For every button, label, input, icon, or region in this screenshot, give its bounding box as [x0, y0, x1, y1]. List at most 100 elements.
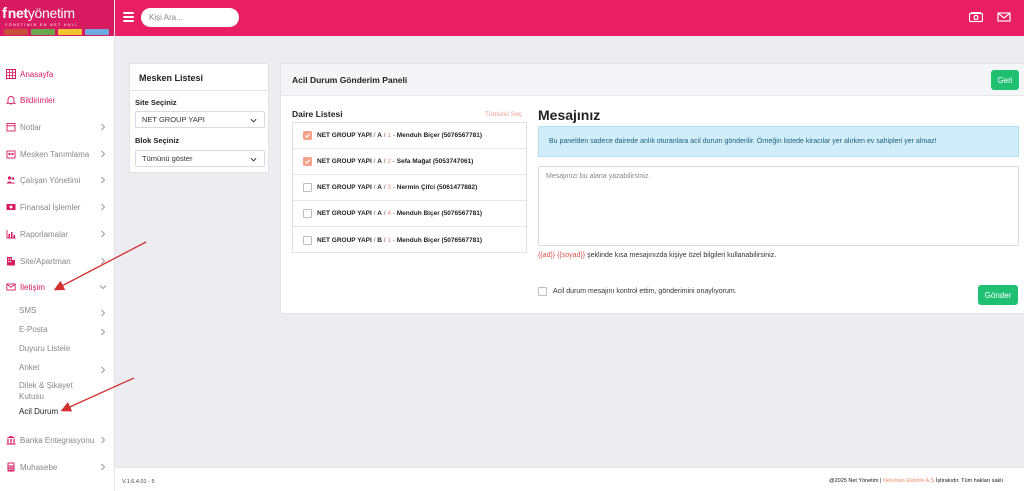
sidebar-item-calisan-yonetimi[interactable]: Çalışan Yönetimi [0, 169, 115, 191]
mail-icon[interactable] [997, 11, 1011, 23]
daire-list-title: Daire Listesi [292, 109, 343, 119]
sidebar-item-label: Mesken Tanımlama [20, 149, 90, 159]
chevron-down-icon [250, 118, 257, 123]
copyright-text: @2025 Net Yönetim | Netelsan Elektrik A.… [829, 478, 1004, 484]
users-icon [5, 175, 16, 186]
sidebar-item-anasayfa[interactable]: Anasayfa [0, 63, 115, 85]
brand-logo[interactable]: f net yönetim YÖNETİMİN EN NET HALİ [0, 0, 114, 36]
chart-icon [5, 229, 16, 240]
daire-checkbox[interactable] [303, 131, 312, 140]
chevron-right-icon [101, 463, 106, 471]
calculator-icon [5, 462, 16, 473]
sidebar-subitem-label: Anket [19, 362, 40, 372]
menu-toggle-icon[interactable] [123, 12, 134, 22]
sidebar-subitem-label: Duyuru Listele [19, 343, 71, 353]
sidebar-item-label: Anasayfa [20, 69, 54, 79]
daire-row[interactable]: NET GROUP YAPI / A / 2 - Sefa Mağat (505… [293, 149, 526, 175]
chevron-right-icon [101, 366, 106, 374]
daire-label: NET GROUP YAPI / A / 4 - Menduh Biçer (5… [317, 210, 483, 217]
sidebar-item-label: İletişim [20, 282, 45, 292]
confirm-checkbox-row[interactable]: Acil durum mesajını kontrol ettim, gönde… [538, 287, 737, 296]
sidebar-item-label: Bildirimler [20, 95, 56, 105]
money-icon[interactable] [969, 11, 983, 23]
confirm-label: Acil durum mesajını kontrol ettim, gönde… [553, 288, 737, 295]
sidebar-subitem-e-posta[interactable]: E-Posta [0, 322, 115, 336]
emergency-panel: Acil Durum Gönderim Paneli Geri Daire Li… [280, 63, 1024, 314]
daire-row[interactable]: NET GROUP YAPI / A / 3 - Nermin Çifci (5… [293, 175, 526, 201]
sidebar-item-banka-entegrasyonu[interactable]: Banka Entegrasyonu [0, 429, 115, 451]
sidebar-item-raporlamalar[interactable]: Raporlamalar [0, 223, 115, 245]
hint-var-ad: {{ad}} [538, 252, 556, 259]
sidebar-item-bildirimler[interactable]: Bildirimler [0, 89, 115, 111]
logo-tile [31, 29, 55, 35]
chevron-right-icon [101, 309, 106, 317]
confirm-checkbox[interactable] [538, 287, 547, 296]
sidebar-item-site-apartman[interactable]: Site/Apartman [0, 250, 115, 272]
logo-tile [4, 29, 28, 35]
sidebar-subitem-acil-durum[interactable]: Acil Durum [0, 404, 115, 418]
grid-icon [5, 69, 16, 80]
back-button[interactable]: Geri [991, 70, 1019, 90]
message-title: Mesajınız [538, 107, 601, 123]
logo-tiles [4, 29, 114, 35]
chevron-right-icon [101, 328, 106, 336]
chevron-right-icon [101, 123, 106, 131]
select-all-link[interactable]: Tümünü Seç [485, 111, 522, 118]
version-text: V.1.6.4.01 - 5 [122, 479, 155, 485]
sidebar-subitem-label: Dilek & Şikayet Kutusu [19, 381, 73, 401]
chevron-right-icon [101, 257, 106, 265]
send-button[interactable]: Gönder [978, 285, 1018, 305]
daire-label: NET GROUP YAPI / A / 1 - Menduh Biçer (5… [317, 132, 483, 139]
site-select[interactable]: NET GROUP YAPI [135, 111, 265, 128]
footer: V.1.6.4.01 - 5 @2025 Net Yönetim | Netel… [115, 467, 1024, 491]
daire-row[interactable]: NET GROUP YAPI / A / 4 - Menduh Biçer (5… [293, 201, 526, 227]
sidebar-item-label: Finansal İşlemler [20, 202, 81, 212]
envelope-icon [5, 282, 16, 293]
daire-checkbox[interactable] [303, 183, 312, 192]
check-icon [304, 133, 311, 138]
daire-row[interactable]: NET GROUP YAPI / B / 1 - Menduh Biçer (5… [293, 227, 526, 253]
placeholder-hint: {{ad}} {{soyad}} şeklinde kısa mesajınız… [538, 252, 776, 259]
hint-var-soyad: {{soyad}} [557, 252, 586, 259]
site-select-label: Site Seçiniz [135, 98, 177, 107]
sidebar-item-label: Muhasebe [20, 462, 58, 472]
chevron-right-icon [101, 176, 106, 184]
info-alert: Bu panelden sadece dairede anlık oturanl… [538, 126, 1019, 157]
sidebar-item-label: Banka Entegrasyonu [20, 435, 95, 445]
search-input[interactable] [141, 8, 239, 27]
sidebar-item-finansal-islemler[interactable]: Finansal İşlemler [0, 196, 115, 218]
sidebar-subitem-anket[interactable]: Anket [0, 360, 115, 374]
sidebar-subitem-dilek-sikayet-kutusu[interactable]: Dilek & Şikayet Kutusu [0, 379, 115, 403]
daire-list: NET GROUP YAPI / A / 1 - Menduh Biçer (5… [292, 122, 527, 253]
sidebar-item-label: Raporlamalar [20, 229, 69, 239]
mesken-list-card: Mesken Listesi Site Seçiniz NET GROUP YA… [129, 63, 269, 173]
daire-row[interactable]: NET GROUP YAPI / A / 1 - Menduh Biçer (5… [293, 123, 526, 149]
sidebar-item-label: Site/Apartman [20, 256, 71, 266]
daire-label: NET GROUP YAPI / A / 3 - Nermin Çifci (5… [317, 184, 478, 191]
sidebar-subitem-duyuru-listele[interactable]: Duyuru Listele [0, 341, 115, 355]
sidebar-item-label: Notlar [20, 122, 42, 132]
sidebar: f net yönetim YÖNETİMİN EN NET HALİ Anasa… [0, 0, 115, 491]
blok-select-value: Tümünü göster [142, 154, 193, 163]
hint-text: şeklinde kısa mesajınızda kişiye özel bi… [587, 252, 777, 259]
chevron-down-icon [250, 157, 257, 162]
site-select-value: NET GROUP YAPI [142, 115, 205, 124]
sidebar-item-iletisim[interactable]: İletişim [0, 276, 115, 298]
daire-checkbox[interactable] [303, 209, 312, 218]
logo-tile [58, 29, 82, 35]
blok-select[interactable]: Tümünü göster [135, 150, 265, 167]
daire-checkbox[interactable] [303, 157, 312, 166]
sidebar-item-mesken-tanimlama[interactable]: Mesken Tanımlama [0, 143, 115, 165]
bell-icon [5, 95, 16, 106]
calendar-icon [5, 122, 16, 133]
sidebar-item-muhasebe[interactable]: Muhasebe [0, 456, 115, 478]
chevron-down-icon [99, 285, 107, 290]
chevron-right-icon [101, 230, 106, 238]
sidebar-item-notlar[interactable]: Notlar [0, 116, 115, 138]
sidebar-item-label: Çalışan Yönetimi [20, 175, 81, 185]
message-textarea[interactable] [538, 166, 1019, 246]
daire-checkbox[interactable] [303, 235, 312, 245]
sidebar-subitem-sms[interactable]: SMS [0, 303, 115, 317]
apartment-icon [5, 256, 16, 267]
company-link[interactable]: Netelsan Elektrik A.Ş [883, 478, 934, 484]
